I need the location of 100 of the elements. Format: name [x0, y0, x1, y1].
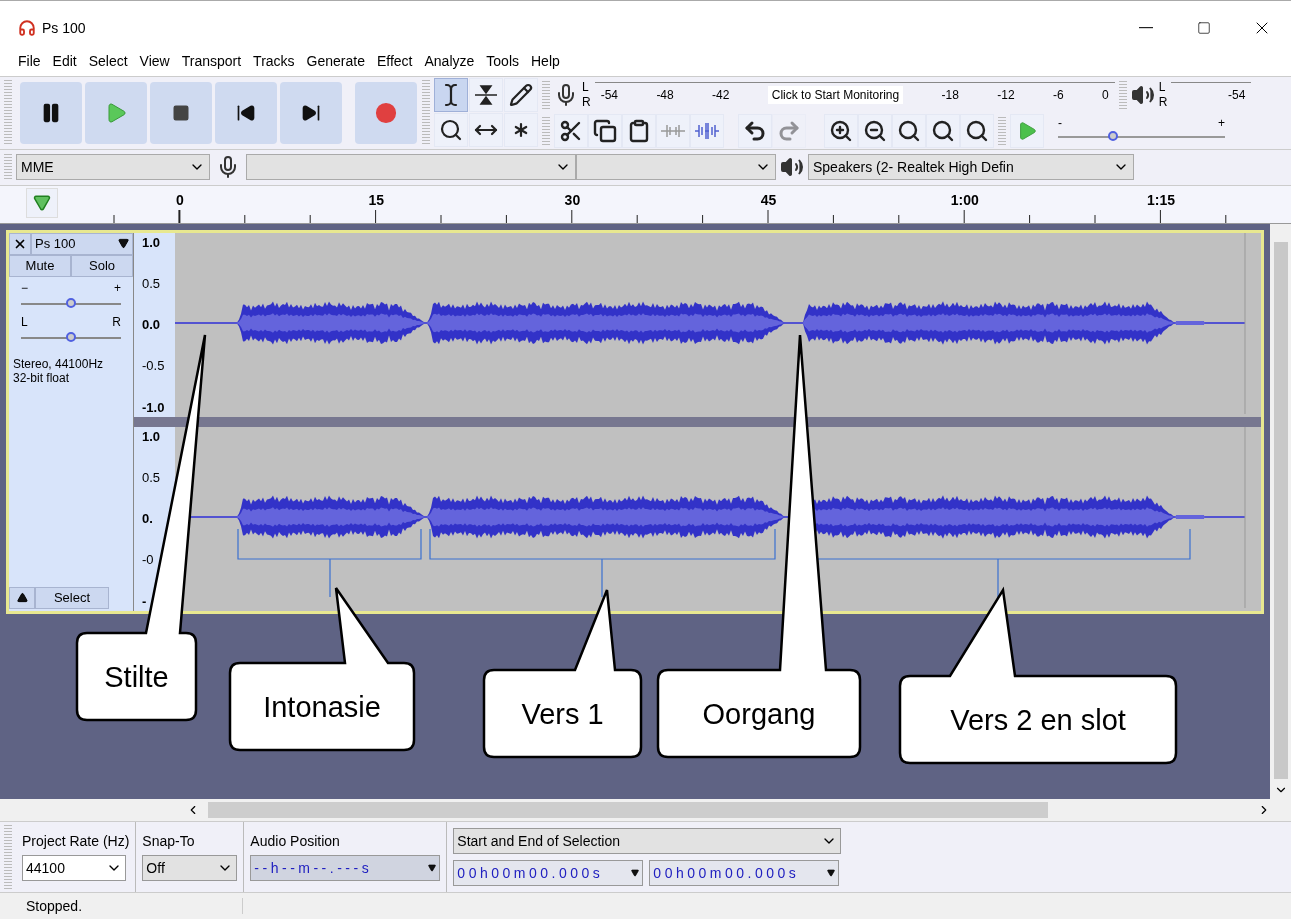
meter-tick: -54: [600, 88, 618, 103]
recording-channels-dropdown[interactable]: [576, 154, 776, 181]
speech-callout: Intonasie: [228, 586, 416, 752]
down-triangle-icon: [33, 193, 51, 212]
zoom-out-button[interactable]: [858, 113, 892, 148]
monitoring-prompt[interactable]: Click to Start Monitoring: [767, 86, 904, 105]
up-triangle-icon: [16, 592, 28, 604]
stop-button[interactable]: [149, 81, 212, 144]
recording-device-dropdown[interactable]: [246, 154, 576, 181]
collapse-button[interactable]: [9, 586, 35, 609]
speed-slider[interactable]: - +: [1054, 115, 1229, 146]
field-label: Audio Position: [250, 833, 341, 850]
field-label: Project Rate (Hz): [22, 833, 130, 850]
track-info: 32-bit float: [13, 370, 71, 385]
record-button[interactable]: [354, 81, 417, 144]
ruler-label: 30: [564, 191, 581, 208]
meter-tick: -48: [656, 88, 674, 103]
down-triangle-icon: [631, 869, 640, 878]
menu-item[interactable]: Edit: [46, 52, 83, 69]
field-label: Snap-To: [142, 833, 196, 850]
close-track-button[interactable]: [9, 232, 31, 255]
vertical-scrollbar[interactable]: [1270, 223, 1291, 800]
slider-thumb[interactable]: [66, 331, 76, 342]
paste-button[interactable]: [622, 113, 656, 148]
zoom-in-icon: [829, 118, 853, 143]
speech-callout: Vers 1: [482, 588, 643, 759]
playback-device-dropdown[interactable]: Speakers (2- Realtek High Defin: [808, 154, 1134, 181]
timeline-options-button[interactable]: [26, 187, 58, 218]
clipboard-icon: [627, 118, 651, 143]
copy-button[interactable]: [588, 113, 622, 148]
play-at-speed-button[interactable]: [1010, 113, 1044, 148]
fit-project-button[interactable]: [926, 113, 960, 148]
copy-icon: [593, 118, 617, 143]
record-icon: [374, 101, 397, 124]
undo-button[interactable]: [738, 113, 772, 148]
maximize-icon: [1197, 20, 1211, 35]
pause-button[interactable]: [19, 81, 82, 144]
select-track-button[interactable]: Select: [35, 586, 109, 609]
meter-tick: -6: [1052, 88, 1064, 103]
menu-item[interactable]: Generate: [300, 52, 371, 69]
meter-tick: 0: [1101, 88, 1109, 103]
menu-item[interactable]: Tools: [480, 52, 525, 69]
audio-position-field[interactable]: --h--m--.---s: [250, 855, 441, 882]
headphones-icon: [18, 18, 36, 37]
menu-item[interactable]: Select: [82, 52, 134, 69]
scale-label: -0: [142, 552, 154, 568]
horizontal-scrollbar[interactable]: [0, 799, 1291, 822]
skip-to-start-button[interactable]: [214, 81, 277, 144]
scale-label: 0.5: [142, 275, 161, 291]
minimize-icon: [1139, 26, 1153, 29]
menu-item[interactable]: Help: [525, 52, 566, 69]
silence-icon: [693, 120, 721, 141]
pencil-icon: [509, 82, 533, 107]
slider-max-label: +: [114, 280, 121, 295]
pan-left-label: L: [21, 314, 28, 329]
ruler-label: 1:15: [1147, 191, 1175, 208]
menu-item[interactable]: View: [133, 52, 176, 69]
slider-thumb[interactable]: [66, 297, 76, 308]
cut-button[interactable]: [554, 113, 588, 148]
zoom-in-button[interactable]: [824, 113, 858, 148]
scale-label: 1.0: [142, 428, 161, 444]
menu-item[interactable]: Analyze: [418, 52, 481, 69]
selection-mode-dropdown[interactable]: Start and End of Selection: [453, 828, 842, 855]
channel-label: L: [1158, 79, 1167, 95]
menu-item[interactable]: Transport: [175, 52, 248, 69]
menu-item[interactable]: File: [12, 52, 47, 69]
menu-item[interactable]: Effect: [370, 52, 419, 69]
zoom-toggle-button[interactable]: [960, 113, 994, 148]
solo-button[interactable]: Solo: [71, 254, 133, 277]
meter-tick: -54: [1228, 88, 1246, 103]
speech-callout: Oorgang: [656, 333, 862, 759]
scale-label: -: [142, 593, 147, 609]
tool-button[interactable]: [434, 77, 468, 112]
snap-to-dropdown[interactable]: Off: [142, 855, 238, 882]
selection-end-field[interactable]: 00h00m00.000s: [649, 860, 840, 887]
channel-label: R: [582, 94, 591, 110]
down-triangle-icon: [428, 864, 437, 873]
host-dropdown[interactable]: MME: [16, 154, 210, 181]
ruler-label: 15: [368, 191, 384, 208]
scale-label: -0.5: [142, 358, 165, 374]
track-name-menu[interactable]: Ps 100: [31, 232, 133, 255]
mute-button[interactable]: Mute: [9, 254, 71, 277]
silence-button[interactable]: [690, 113, 724, 148]
speech-callout: Vers 2 en slot: [898, 588, 1178, 765]
scissors-icon: [559, 118, 583, 143]
pan-right-label: R: [112, 314, 121, 329]
stop-icon: [171, 103, 190, 122]
scale-label: 0.5: [142, 469, 161, 485]
scale-label: 1.0: [142, 234, 161, 250]
selection-start-field[interactable]: 00h00m00.000s: [453, 860, 644, 887]
fit-selection-button[interactable]: [892, 113, 926, 148]
down-triangle-icon: [827, 869, 836, 878]
slider-max-label: +: [1218, 115, 1225, 130]
project-rate-dropdown[interactable]: 44100: [22, 855, 126, 882]
status-text: Stopped.: [0, 898, 243, 915]
slider-thumb[interactable]: [1108, 130, 1119, 141]
menu-item[interactable]: Tracks: [247, 52, 301, 69]
skip-to-end-button[interactable]: [279, 81, 342, 144]
channel-label: L: [582, 79, 590, 95]
channel-label: R: [1158, 94, 1168, 110]
